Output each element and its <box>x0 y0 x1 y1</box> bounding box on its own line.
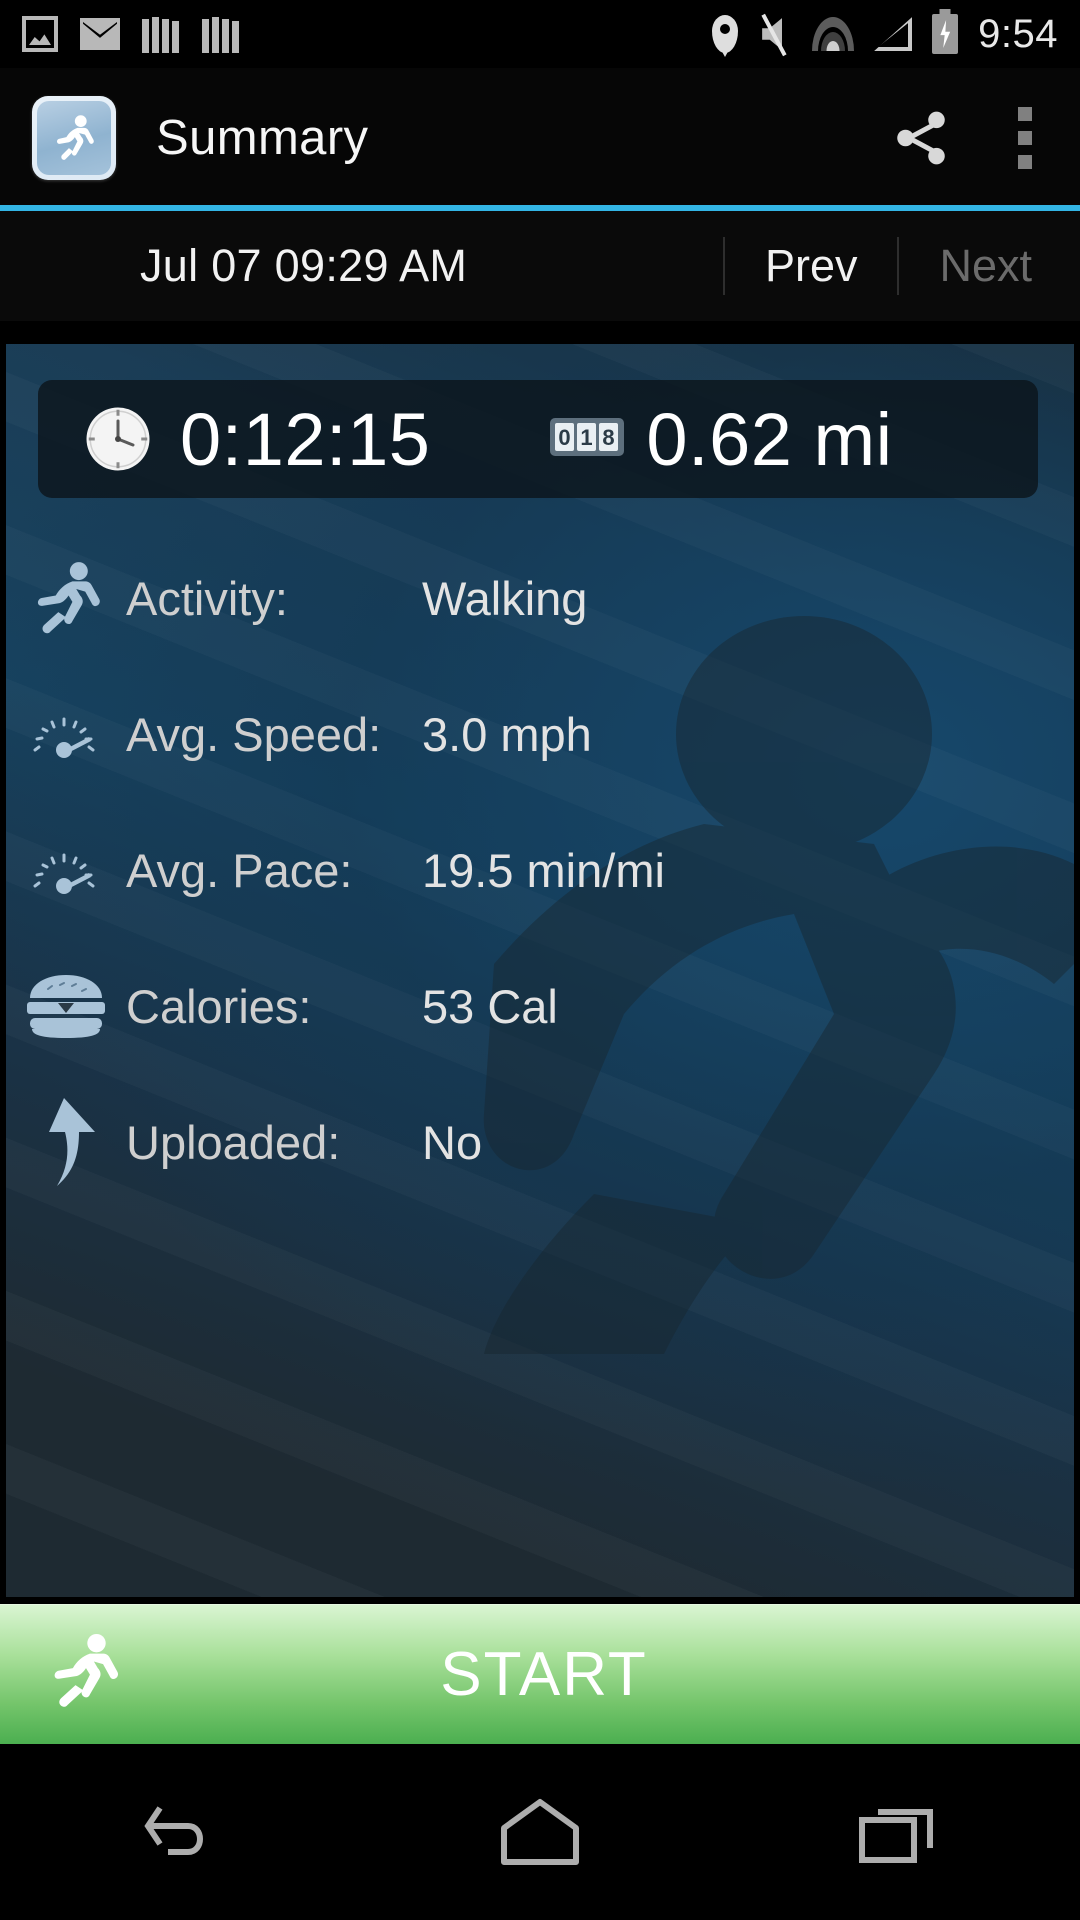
running-man-icon <box>44 1627 128 1722</box>
svg-text:0: 0 <box>559 425 571 450</box>
location-pin-icon <box>712 15 739 53</box>
status-bar-notification-icons <box>0 15 240 53</box>
speedometer-icon <box>6 842 126 898</box>
start-button-label: START <box>440 1640 648 1709</box>
svg-text:1: 1 <box>581 425 593 450</box>
speedometer-icon <box>6 706 126 762</box>
battery-charging-icon <box>932 14 959 54</box>
stat-rows: Activity: Walking Avg. Speed: 3.0 mph Av… <box>6 530 1074 1210</box>
wifi-icon <box>812 17 855 51</box>
status-bar-clock: 9:54 <box>978 11 1058 56</box>
back-icon[interactable] <box>80 1772 280 1892</box>
status-bar: 9:54 <box>0 0 1080 68</box>
nav-divider <box>722 237 725 295</box>
stat-value: 19.5 min/mi <box>422 843 665 897</box>
share-icon[interactable] <box>890 107 952 169</box>
stat-row-activity: Activity: Walking <box>6 530 1074 666</box>
bars-icon <box>202 15 240 53</box>
screenshot-icon <box>22 16 58 52</box>
duration-distance-card: 0:12:15 0 1 8 0.62 mi <box>38 380 1038 498</box>
upload-arrow-icon <box>6 1096 126 1188</box>
android-nav-bar <box>0 1744 1080 1920</box>
running-man-icon <box>6 557 126 639</box>
stat-label: Activity: <box>126 571 288 625</box>
stat-value: No <box>422 1115 483 1169</box>
stat-value: 53 Cal <box>422 979 558 1033</box>
prev-button[interactable]: Prev <box>765 240 858 292</box>
duration-value: 0:12:15 <box>180 397 431 481</box>
status-bar-system-icons: 9:54 <box>712 12 1080 57</box>
action-bar: Summary <box>0 68 1080 272</box>
action-bar-actions <box>890 107 1080 169</box>
stat-row-calories: Calories: 53 Cal <box>6 938 1074 1074</box>
stat-label: Avg. Pace: <box>126 843 353 897</box>
app-icon[interactable] <box>32 96 116 180</box>
stat-value: Walking <box>422 571 588 625</box>
next-button[interactable]: Next <box>939 240 1032 292</box>
nav-divider <box>897 237 900 295</box>
odometer-icon: 0 1 8 <box>550 414 625 465</box>
summary-panel: 0:12:15 0 1 8 0.62 mi Activity: Walking … <box>6 344 1074 1597</box>
overflow-menu-icon[interactable] <box>1018 107 1032 169</box>
stat-row-avg-speed: Avg. Speed: 3.0 mph <box>6 666 1074 802</box>
stat-value: 3.0 mph <box>422 707 592 761</box>
stat-row-uploaded: Uploaded: No <box>6 1074 1074 1210</box>
mute-icon <box>758 14 792 54</box>
svg-text:8: 8 <box>603 425 615 450</box>
page-title: Summary <box>156 111 369 165</box>
home-icon[interactable] <box>440 1772 640 1892</box>
recents-icon[interactable] <box>800 1772 1000 1892</box>
running-man-icon <box>57 115 94 160</box>
clock-icon <box>86 407 150 471</box>
session-date: Jul 07 09:29 AM <box>140 240 468 291</box>
stat-label: Calories: <box>126 979 312 1033</box>
bars-icon <box>142 15 180 53</box>
date-nav-bar: Jul 07 09:29 AM Prev Next <box>0 211 1080 321</box>
gmail-icon <box>80 18 120 50</box>
distance-value: 0.62 mi <box>646 397 893 481</box>
stat-label: Uploaded: <box>126 1115 341 1169</box>
burger-icon <box>6 972 126 1040</box>
stat-row-avg-pace: Avg. Pace: 19.5 min/mi <box>6 802 1074 938</box>
start-button[interactable]: START <box>0 1604 1080 1744</box>
phone-screen: 9:54 Summary Jul 07 09:29 AM Prev Next 0… <box>0 0 1080 1920</box>
cell-signal-icon <box>874 17 912 51</box>
stat-label: Avg. Speed: <box>126 707 382 761</box>
